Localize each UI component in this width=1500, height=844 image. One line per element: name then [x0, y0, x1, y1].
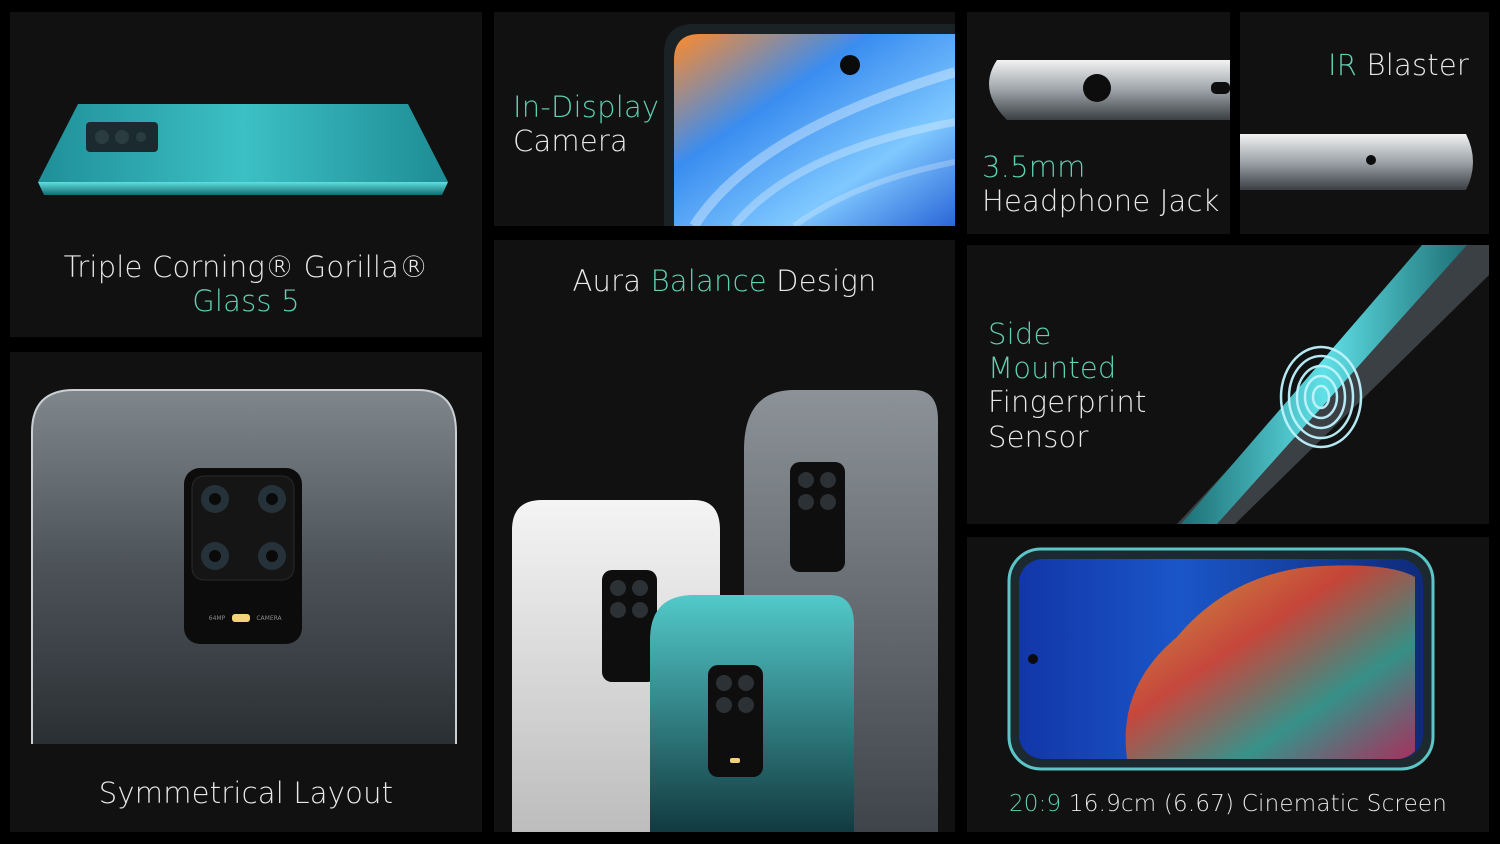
headphone-title-accent: 3.5mm	[982, 150, 1086, 184]
flash-icon	[730, 758, 740, 763]
fingerprint-accent-1: Side	[988, 317, 1052, 351]
ir-emitter	[1366, 155, 1376, 165]
module-right-label: CAMERA	[256, 615, 282, 622]
fingerprint-accent-2: Mounted	[988, 351, 1117, 386]
module-left-label: 64MP	[209, 615, 226, 622]
panel-aura-balance: Aura Balance Design	[494, 240, 955, 832]
phone-front-screen-image	[1007, 547, 1435, 771]
ir-title-accent: IR	[1328, 48, 1358, 82]
phone-top-ir-image	[1240, 134, 1473, 190]
glass-title-line2: Glass 5	[192, 284, 300, 319]
punch-hole-camera	[840, 55, 860, 75]
camera-title-rest: Camera	[513, 124, 629, 159]
camera-title-accent: In-Display	[513, 90, 660, 124]
panel-ir-blaster: IR Blaster	[1240, 12, 1489, 234]
punch-hole-camera	[1028, 654, 1038, 664]
panel-headphone-jack: 3.5mm Headphone Jack	[967, 12, 1230, 234]
panel-gorilla-glass: Triple Corning® Gorilla® Glass 5	[10, 12, 482, 337]
headphone-title-rest: Headphone Jack	[982, 184, 1220, 219]
flash-icon	[232, 614, 250, 622]
three-phones-image	[512, 390, 938, 832]
screen-title-accent: 20:9	[1008, 791, 1062, 817]
panel-fingerprint: Side Mounted Fingerprint Sensor	[967, 245, 1489, 524]
panel-in-display-camera: In-Display Camera	[494, 12, 955, 226]
screen-title-rest: 16.9cm (6.67) Cinematic Screen	[1061, 791, 1448, 817]
headphone-jack	[1083, 74, 1111, 102]
ir-title-rest: Blaster	[1357, 48, 1469, 82]
glass-title-line1: Triple Corning® Gorilla®	[63, 250, 429, 284]
panel-symmetrical-layout: 64MP CAMERA Symmetrical Layout	[10, 352, 482, 832]
symmetric-title: Symmetrical Layout	[98, 776, 394, 810]
phone-back-grey-image: 64MP CAMERA	[31, 389, 457, 744]
panel-cinematic-screen: 20:9 16.9cm (6.67) Cinematic Screen	[967, 537, 1489, 832]
fingerprint-rest-2: Sensor	[988, 419, 1089, 454]
fingerprint-rest-1: Fingerprint	[988, 385, 1147, 420]
